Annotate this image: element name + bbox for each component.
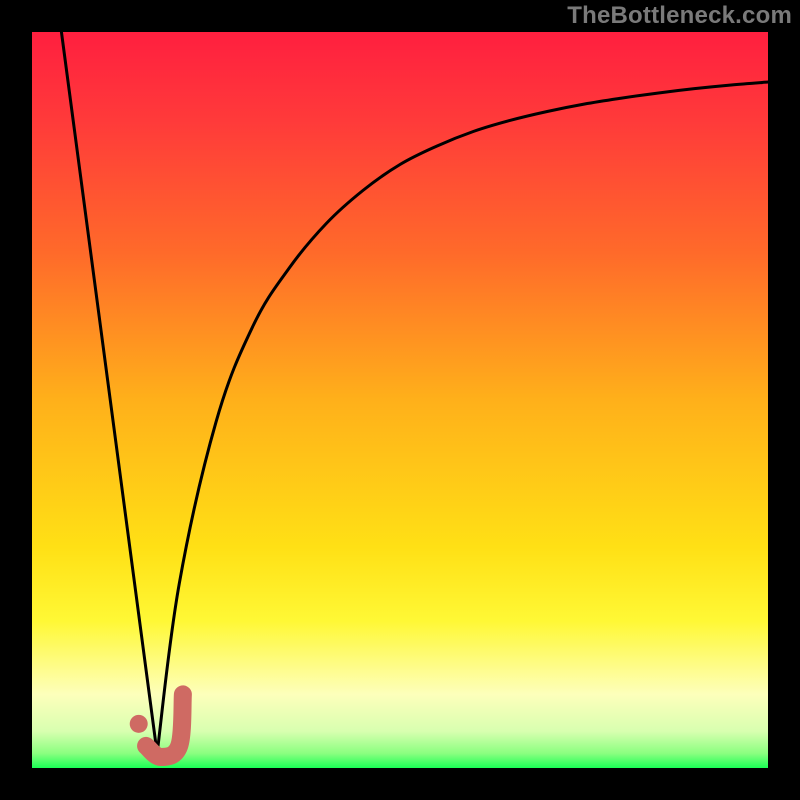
curve-right (157, 82, 768, 753)
curve-layer (32, 32, 768, 768)
plot-area (32, 32, 768, 768)
chart-frame: TheBottleneck.com (0, 0, 800, 800)
marker-dot (130, 715, 148, 733)
curve-left (61, 32, 157, 753)
watermark-text: TheBottleneck.com (567, 2, 792, 30)
